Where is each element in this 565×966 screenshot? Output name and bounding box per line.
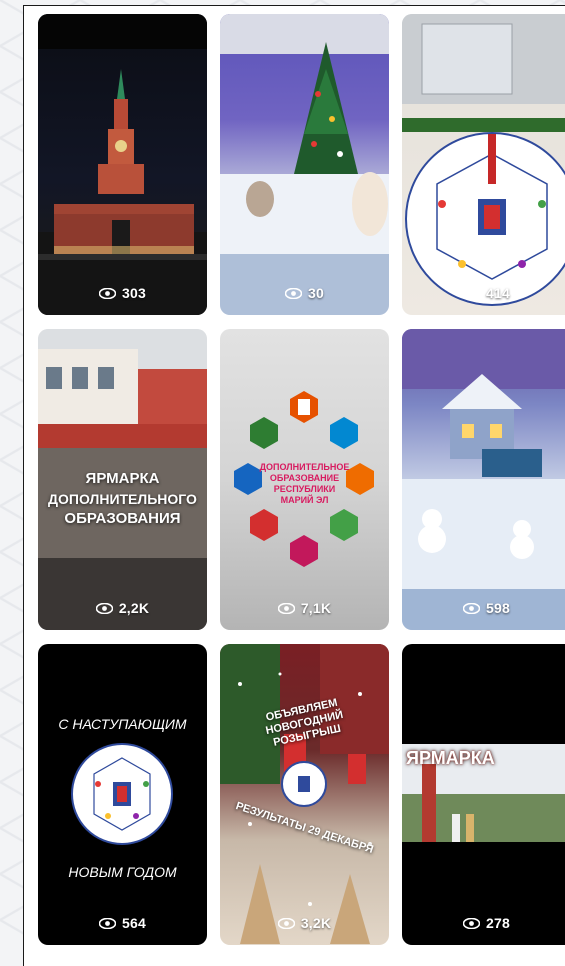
view-count: 7,1K <box>220 600 389 616</box>
caption-line-4: МАРИЙ ЭЛ <box>280 495 329 505</box>
fair-video-caption: ЯРМАРКА <box>406 748 495 768</box>
video-tile-7[interactable]: С НАСТУПАЮЩИМ НОВЫМ ГОДОМ 564 <box>38 644 207 945</box>
eye-icon <box>463 917 481 929</box>
view-count: 598 <box>402 600 565 616</box>
winter-village-image <box>402 329 565 630</box>
eye-icon <box>285 287 302 299</box>
fair-caption: ЯРМАРКА ДОПОЛНИТЕЛЬНОГО ОБРАЗОВАНИЯ <box>38 469 207 529</box>
view-count: 30 <box>220 285 389 301</box>
new-year-caption-bottom: НОВЫМ ГОДОМ <box>68 864 177 880</box>
fair-video-frame-image <box>402 744 565 842</box>
view-count-text: 278 <box>486 915 510 931</box>
caption-line-1: ДОПОЛНИТЕЛЬНОЕ <box>259 462 350 472</box>
caption-line-2: ОБРАЗОВАНИЕ <box>269 473 340 483</box>
video-tile-9[interactable]: ЯРМАРКА 278 <box>402 644 565 945</box>
eye-icon <box>463 287 481 299</box>
view-count: 564 <box>38 915 207 931</box>
video-tile-8[interactable]: ОБЪЯВЛЯЕМ НОВОГОДНИЙ РОЗЫГРЫШ РЕЗУЛЬТАТЫ… <box>220 644 389 945</box>
video-tile-2[interactable]: 30 <box>220 14 389 315</box>
eye-icon <box>95 602 113 614</box>
video-tile-1[interactable]: 303 <box>38 14 207 315</box>
view-count-text: 30 <box>308 285 324 301</box>
eye-icon <box>277 917 295 929</box>
video-tile-3[interactable]: 414 <box>402 14 565 315</box>
view-count-text: 7,1K <box>300 600 332 616</box>
video-tile-5[interactable]: ДОПОЛНИТЕЛЬНОЕ ОБРАЗОВАНИЕ РЕСПУБЛИКИ МА… <box>220 329 389 630</box>
regional-center-logo-image <box>402 14 565 306</box>
giveaway-scene-image <box>220 644 389 944</box>
eye-icon <box>277 602 295 614</box>
view-count: 414 <box>402 285 565 301</box>
view-count: 2,2K <box>38 600 207 616</box>
eye-icon <box>463 602 481 614</box>
view-count: 278 <box>402 915 565 931</box>
video-feed-panel: 303 30 414 ЯРМАРКА ДОПОЛНИТЕЛЬНОГО ОБРАЗ… <box>23 5 565 966</box>
kremlin-tower-image <box>38 14 207 315</box>
view-count-text: 3,2K <box>300 915 332 931</box>
view-count-text: 2,2K <box>118 600 150 616</box>
caption-line-3: ОБРАЗОВАНИЯ <box>64 510 181 527</box>
view-count: 303 <box>38 285 207 301</box>
view-count-text: 564 <box>122 915 146 931</box>
view-count-text: 414 <box>486 285 510 301</box>
caption-line-1: ЯРМАРКА <box>85 470 160 487</box>
eye-icon <box>99 917 117 929</box>
view-count-text: 598 <box>486 600 510 616</box>
eye-icon <box>99 287 117 299</box>
view-count-text: 303 <box>122 285 146 301</box>
video-tile-4[interactable]: ЯРМАРКА ДОПОЛНИТЕЛЬНОГО ОБРАЗОВАНИЯ 2,2K <box>38 329 207 630</box>
caption-line-3: РЕСПУБЛИКИ <box>273 484 336 494</box>
regional-center-logo-image <box>71 743 173 845</box>
view-count: 3,2K <box>220 915 389 931</box>
video-tile-6[interactable]: 598 <box>402 329 565 630</box>
hexagon-caption: ДОПОЛНИТЕЛЬНОЕ ОБРАЗОВАНИЕ РЕСПУБЛИКИ МА… <box>220 462 389 506</box>
christmas-scene-image <box>220 14 389 315</box>
caption-line-2: ДОПОЛНИТЕЛЬНОГО <box>48 491 197 507</box>
